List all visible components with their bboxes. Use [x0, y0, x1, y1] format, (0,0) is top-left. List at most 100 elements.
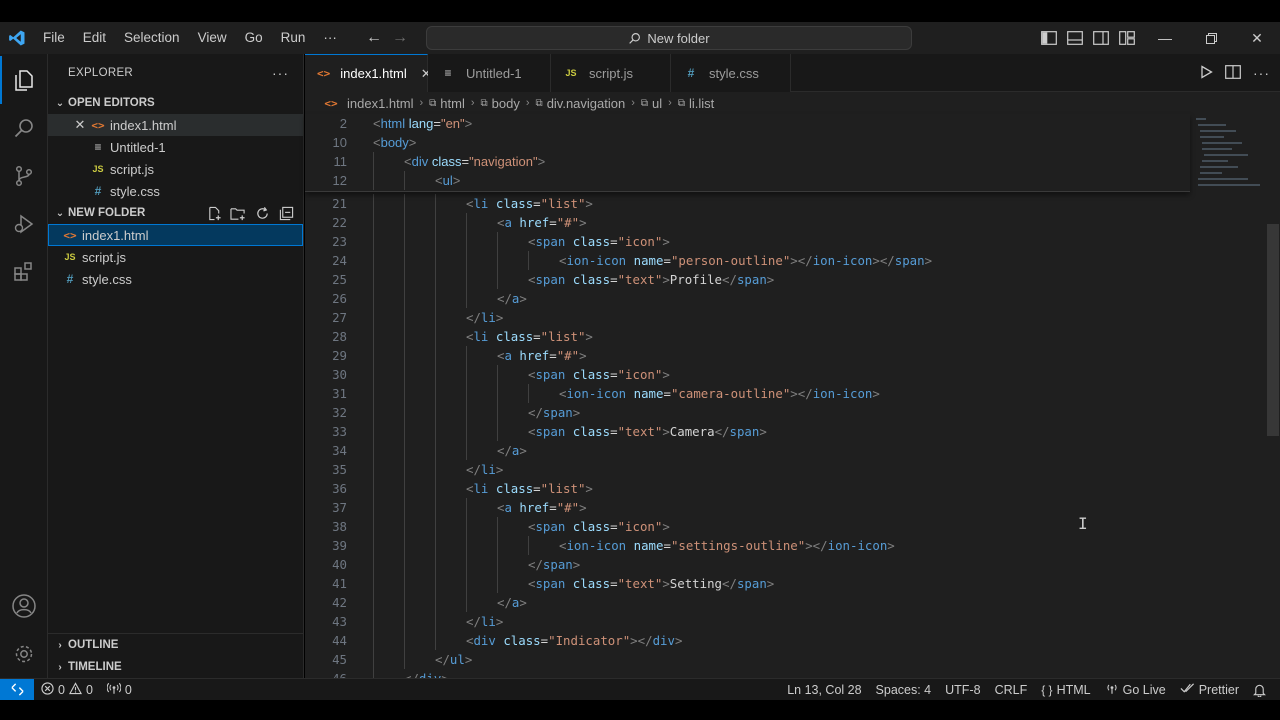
back-arrow-icon[interactable]: ← — [366, 29, 382, 47]
open-editor-item[interactable]: ✕ <> index1.html — [48, 114, 303, 136]
code-line[interactable]: 32 </span> — [305, 403, 1190, 422]
remote-indicator-icon[interactable] — [0, 678, 34, 701]
vertical-scrollbar[interactable] — [1266, 114, 1280, 678]
code-line[interactable]: 43 </li> — [305, 612, 1190, 631]
collapse-all-icon[interactable] — [277, 204, 295, 222]
toggle-primary-sidebar-icon[interactable] — [1040, 29, 1058, 47]
code-line[interactable]: 27 </li> — [305, 308, 1190, 327]
breadcrumb-item[interactable]: index1.html — [347, 96, 413, 111]
refresh-icon[interactable] — [253, 204, 271, 222]
code-line[interactable]: 39 <ion-icon name="settings-outline"></io… — [305, 536, 1190, 555]
breadcrumb-item[interactable]: li.list — [689, 96, 714, 111]
code-line[interactable]: 41 <span class="text">Setting</span> — [305, 574, 1190, 593]
new-folder-icon[interactable] — [229, 204, 247, 222]
code-editor[interactable]: 21 <li class="list"> 22 <a href="#"> 23 <span… — [305, 114, 1190, 678]
code-line[interactable]: 44 <div class="Indicator"></div> — [305, 631, 1190, 650]
run-file-icon[interactable] — [1200, 64, 1213, 82]
more-actions-icon[interactable]: ··· — [272, 65, 289, 81]
code-line[interactable]: 10 <body> — [305, 133, 1190, 152]
code-line[interactable]: 45 </ul> — [305, 650, 1190, 669]
tab-untitled-1[interactable]: ≡ Untitled-1 — [428, 54, 551, 92]
menu-selection[interactable]: Selection — [115, 22, 189, 54]
forward-arrow-icon[interactable]: → — [392, 29, 408, 47]
end-of-line[interactable]: CRLF — [988, 679, 1035, 701]
open-editor-item[interactable]: JS script.js — [48, 158, 303, 180]
menu-edit[interactable]: Edit — [74, 22, 115, 54]
command-center-search[interactable]: New folder — [426, 26, 912, 50]
open-editor-item[interactable]: ≡ Untitled-1 — [48, 136, 303, 158]
breadcrumb-item[interactable]: body — [492, 96, 520, 111]
timeline-header[interactable]: › TIMELINE — [48, 656, 304, 678]
source-control-icon[interactable] — [0, 152, 48, 200]
code-line[interactable]: 22 <a href="#"> — [305, 213, 1190, 232]
run-debug-icon[interactable] — [0, 200, 48, 248]
split-editor-icon[interactable] — [1225, 64, 1241, 82]
code-line[interactable]: 40 </span> — [305, 555, 1190, 574]
menu-more[interactable]: ··· — [314, 22, 346, 54]
code-line[interactable]: 36 <li class="list"> — [305, 479, 1190, 498]
tab-index1-html[interactable]: <> index1.html ✕ — [305, 54, 432, 92]
new-file-icon[interactable] — [205, 204, 223, 222]
open-editor-item[interactable]: # style.css — [48, 180, 303, 202]
code-line[interactable]: 42 </a> — [305, 593, 1190, 612]
breadcrumb-item[interactable]: html — [440, 96, 465, 111]
code-line[interactable]: 25 <span class="text">Profile</span> — [305, 270, 1190, 289]
indentation[interactable]: Spaces: 4 — [869, 679, 939, 701]
code-line[interactable]: 2 <html lang="en"> — [305, 114, 1190, 133]
code-line[interactable]: 37 <a href="#"> — [305, 498, 1190, 517]
restore-icon[interactable] — [1188, 22, 1234, 54]
code-line[interactable]: 26 </a> — [305, 289, 1190, 308]
folder-header[interactable]: ⌄ NEW FOLDER — [48, 202, 303, 224]
encoding[interactable]: UTF-8 — [938, 679, 987, 701]
sticky-scroll-header[interactable]: 2 <html lang="en"> 10 <body> 11 <div class="n… — [305, 114, 1190, 192]
code-line[interactable]: 31 <ion-icon name="camera-outline"></ion-… — [305, 384, 1190, 403]
tab-style-css[interactable]: # style.css — [671, 54, 791, 92]
editor-more-icon[interactable]: ··· — [1253, 65, 1270, 81]
code-line[interactable]: 24 <ion-icon name="person-outline"></ion-… — [305, 251, 1190, 270]
code-line[interactable]: 46 </div> — [305, 669, 1190, 678]
close-window-icon[interactable]: ✕ — [1234, 22, 1280, 54]
code-line[interactable]: 33 <span class="text">Camera</span> — [305, 422, 1190, 441]
code-line[interactable]: 38 <span class="icon"> — [305, 517, 1190, 536]
account-icon[interactable] — [0, 582, 48, 630]
scrollbar-thumb[interactable] — [1267, 224, 1279, 436]
code-line[interactable]: 23 <span class="icon"> — [305, 232, 1190, 251]
menu-go[interactable]: Go — [236, 22, 272, 54]
language-mode[interactable]: { } HTML — [1034, 679, 1097, 701]
open-editors-header[interactable]: ⌄ OPEN EDITORS — [48, 92, 303, 114]
problems-indicator[interactable]: 0 0 — [34, 679, 100, 701]
outline-header[interactable]: › OUTLINE — [48, 634, 304, 656]
code-line[interactable]: 12 <ul> — [305, 171, 1190, 190]
menu-run[interactable]: Run — [272, 22, 315, 54]
minimap[interactable] — [1190, 114, 1268, 194]
toggle-secondary-sidebar-icon[interactable] — [1092, 29, 1110, 47]
file-tree-item[interactable]: JS script.js — [48, 246, 303, 268]
code-line[interactable]: 28 <li class="list"> — [305, 327, 1190, 346]
customize-layout-icon[interactable] — [1118, 29, 1136, 47]
code-line[interactable]: 11 <div class="navigation"> — [305, 152, 1190, 171]
close-editor-icon[interactable]: ✕ — [72, 117, 88, 133]
search-icon[interactable] — [0, 104, 48, 152]
toggle-panel-icon[interactable] — [1066, 29, 1084, 47]
cursor-position[interactable]: Ln 13, Col 28 — [780, 679, 868, 701]
notifications-bell-icon[interactable] — [1246, 679, 1280, 701]
code-line[interactable]: 21 <li class="list"> — [305, 194, 1190, 213]
file-tree-item[interactable]: <> index1.html — [48, 224, 303, 246]
code-line[interactable]: 34 </a> — [305, 441, 1190, 460]
code-line[interactable]: 35 </li> — [305, 460, 1190, 479]
settings-gear-icon[interactable] — [0, 630, 48, 678]
breadcrumb-item[interactable]: ul — [652, 96, 662, 111]
prettier-status[interactable]: Prettier — [1173, 679, 1246, 701]
minimize-icon[interactable]: — — [1142, 22, 1188, 54]
menu-file[interactable]: File — [34, 22, 74, 54]
ports-indicator[interactable]: 0 — [100, 679, 139, 701]
code-line[interactable]: 29 <a href="#"> — [305, 346, 1190, 365]
tab-script-js[interactable]: JS script.js — [551, 54, 671, 92]
extensions-icon[interactable] — [0, 248, 48, 296]
explorer-icon[interactable] — [0, 56, 48, 104]
go-live-button[interactable]: Go Live — [1098, 679, 1173, 701]
code-line[interactable]: 30 <span class="icon"> — [305, 365, 1190, 384]
file-tree-item[interactable]: # style.css — [48, 268, 303, 290]
menu-view[interactable]: View — [189, 22, 236, 54]
breadcrumb-item[interactable]: div.navigation — [547, 96, 626, 111]
